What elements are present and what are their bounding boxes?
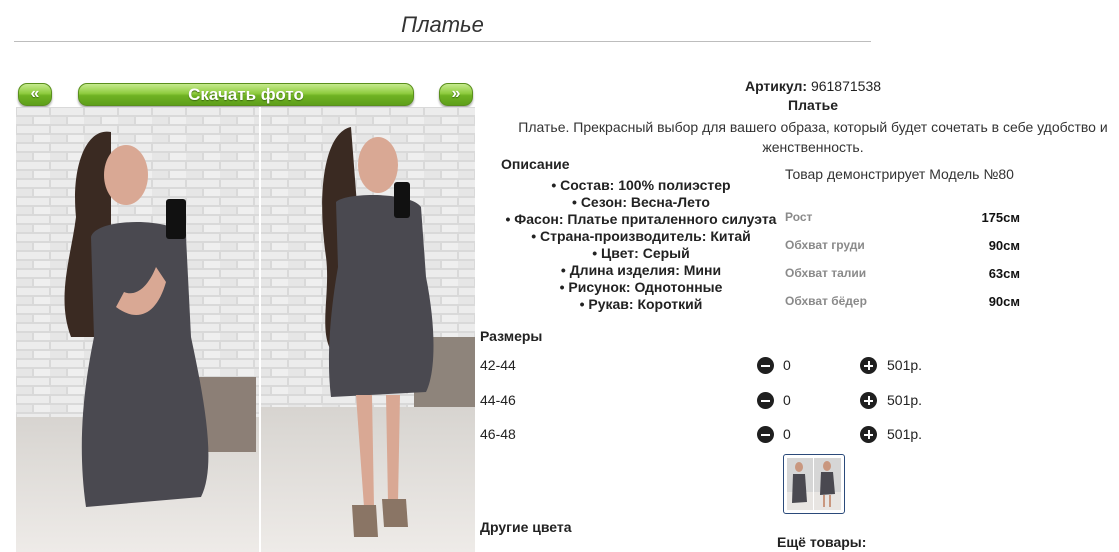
- minus-circle-icon[interactable]: [757, 426, 774, 443]
- title-divider: [14, 41, 871, 42]
- page-title: Платье: [401, 12, 484, 37]
- measurement-value: 90см: [988, 294, 1020, 309]
- size-row: 44-46 0 501р.: [480, 392, 940, 412]
- measurement-value: 175см: [981, 210, 1020, 225]
- spec-item: • Состав: 100% полиэстер: [551, 177, 731, 193]
- specs-list: • Состав: 100% полиэстер • Сезон: Весна-…: [480, 177, 802, 313]
- product-description: Платье. Прекрасный выбор для вашего обра…: [480, 117, 1119, 157]
- spec-item: • Сезон: Весна-Лето: [572, 194, 710, 210]
- size-label: 44-46: [480, 392, 516, 408]
- more-goods-heading: Ещё товары:: [777, 534, 867, 550]
- size-price: 501р.: [887, 426, 923, 442]
- description-line: Платье. Прекрасный выбор для вашего обра…: [518, 119, 1108, 135]
- spec-item: • Рукав: Короткий: [579, 296, 703, 312]
- quantity-value: 0: [783, 426, 791, 442]
- spec-item: • Цвет: Серый: [592, 245, 690, 261]
- download-photo-button[interactable]: Скачать фото: [78, 83, 414, 106]
- size-label: 46-48: [480, 426, 516, 442]
- spec-item: • Фасон: Платье приталенного силуэта: [505, 211, 777, 227]
- spec-item: • Рисунок: Однотонные: [559, 279, 723, 295]
- article-value: 961871538: [810, 78, 882, 94]
- next-photo-button[interactable]: »: [439, 83, 473, 106]
- measurement-row: Обхват талии 63см: [785, 266, 1020, 282]
- plus-circle-icon[interactable]: [860, 357, 877, 374]
- size-row: 46-48 0 501р.: [480, 426, 940, 446]
- size-price: 501р.: [887, 392, 923, 408]
- description-line: женственность.: [762, 139, 864, 155]
- quantity-value: 0: [783, 357, 791, 373]
- quantity-value: 0: [783, 392, 791, 408]
- minus-circle-icon[interactable]: [757, 357, 774, 374]
- size-label: 42-44: [480, 357, 516, 373]
- photo-thumbnail[interactable]: [783, 454, 845, 514]
- thumbnail-image: [787, 458, 841, 510]
- measurement-value: 90см: [988, 238, 1020, 253]
- article-label: Артикул:: [744, 78, 808, 94]
- measurement-label: Обхват груди: [785, 238, 865, 252]
- measurement-label: Обхват бёдер: [785, 294, 867, 308]
- measurement-label: Обхват талии: [785, 266, 867, 280]
- measurement-row: Рост 175см: [785, 210, 1020, 226]
- measurement-label: Рост: [785, 210, 813, 224]
- product-name: Платье: [788, 97, 838, 113]
- measurement-row: Обхват груди 90см: [785, 238, 1020, 254]
- product-photo: [16, 107, 475, 552]
- specs-heading: Описание: [501, 156, 570, 172]
- sizes-heading: Размеры: [480, 328, 543, 344]
- minus-circle-icon[interactable]: [757, 392, 774, 409]
- model-note: Товар демонстрирует Модель №80: [785, 166, 1014, 182]
- prev-photo-button[interactable]: «: [18, 83, 52, 106]
- article-line: Артикул: 961871538: [480, 78, 1119, 94]
- spec-item: • Страна-производитель: Китай: [531, 228, 751, 244]
- size-price: 501р.: [887, 357, 923, 373]
- plus-circle-icon[interactable]: [860, 392, 877, 409]
- product-photo-illustration: [16, 107, 475, 552]
- other-colors-heading: Другие цвета: [480, 519, 572, 535]
- size-row: 42-44 0 501р.: [480, 357, 940, 377]
- measurement-row: Обхват бёдер 90см: [785, 294, 1020, 310]
- spec-item: • Длина изделия: Мини: [560, 262, 722, 278]
- measurement-value: 63см: [988, 266, 1020, 281]
- plus-circle-icon[interactable]: [860, 426, 877, 443]
